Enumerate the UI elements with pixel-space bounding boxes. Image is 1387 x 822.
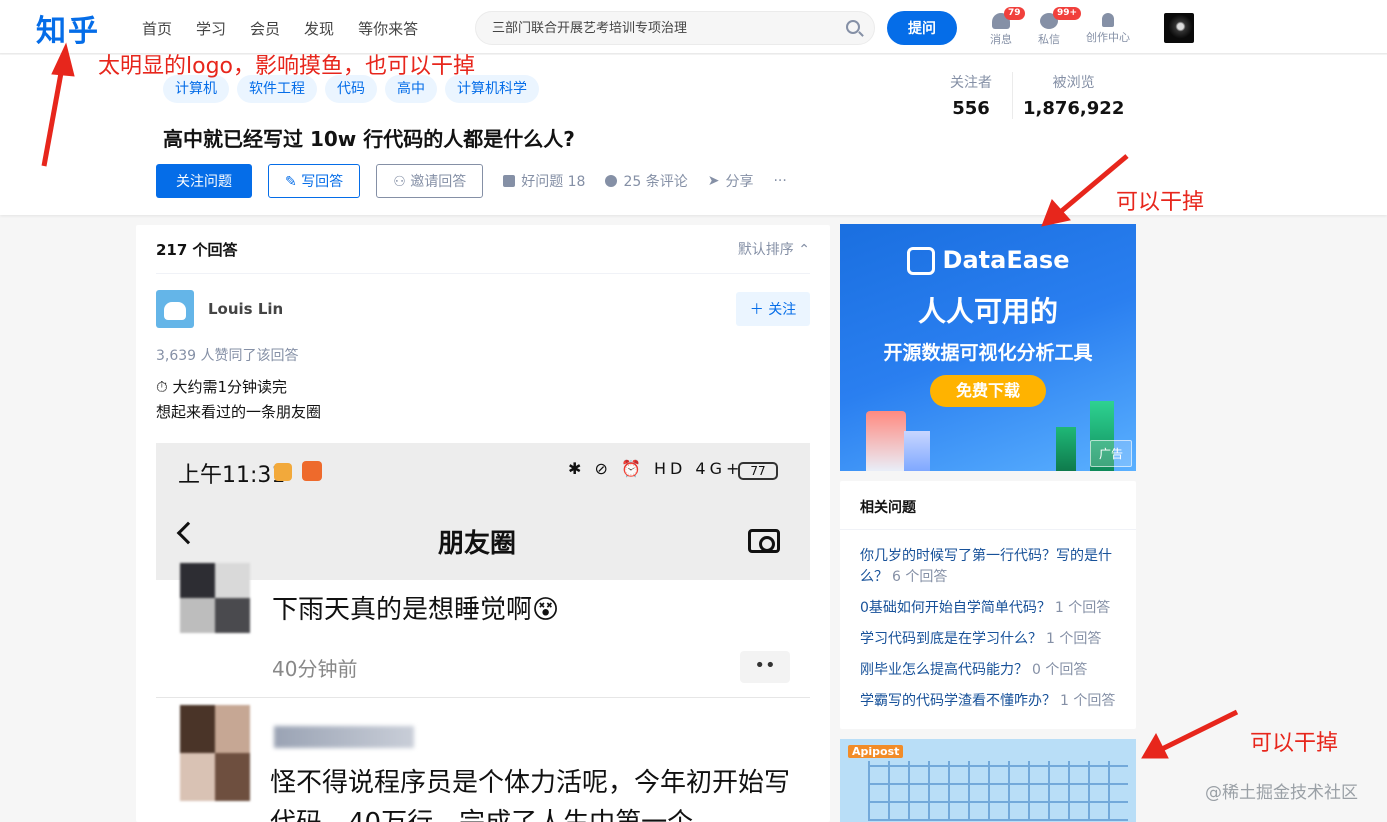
annotation-ad1-note: 可以干掉 <box>1116 190 1205 215</box>
arrow-to-ad2 <box>1158 709 1239 753</box>
annotation-logo-note: 太明显的logo，影响摸鱼，也可以干掉 <box>98 54 475 79</box>
arrow-head <box>1041 199 1071 227</box>
annotation-ad2-note: 可以干掉 <box>1250 731 1339 756</box>
watermark: @稀土掘金技术社区 <box>1205 783 1358 803</box>
annotation-arrows <box>41 42 1239 759</box>
arrow-to-logo <box>41 61 66 167</box>
arrow-head <box>51 42 75 77</box>
